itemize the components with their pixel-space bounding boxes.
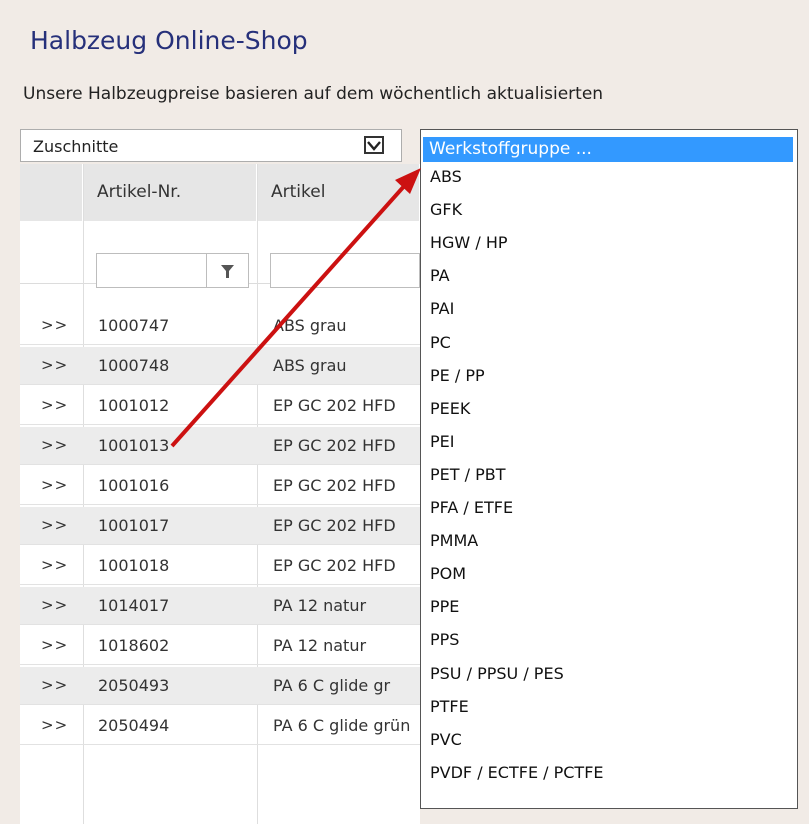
row-open-link[interactable]: >> [41, 316, 68, 334]
row-open-link[interactable]: >> [41, 516, 68, 534]
row-open-link[interactable]: >> [41, 436, 68, 454]
row-artikel-nr: 2050494 [98, 716, 170, 735]
row-artikel-nr: 1000748 [98, 356, 170, 375]
page-title: Halbzeug Online-Shop [30, 26, 308, 55]
header-artikel[interactable]: Artikel [257, 164, 420, 221]
dropdown-option[interactable]: POM [430, 564, 466, 583]
chevron-down-icon[interactable] [364, 136, 384, 154]
dropdown-option-selected[interactable]: Werkstoffgruppe ... [423, 137, 793, 162]
row-open-link[interactable]: >> [41, 676, 68, 694]
dropdown-option[interactable]: HGW / HP [430, 233, 508, 252]
row-artikel-nr: 1001017 [98, 516, 170, 535]
row-artikel-nr: 2050493 [98, 676, 170, 695]
dropdown-option[interactable]: PET / PBT [430, 465, 506, 484]
row-artikel: ABS grau [273, 316, 347, 335]
table-row[interactable]: >> 1001018 EP GC 202 HFD [20, 547, 420, 585]
row-artikel: PA 6 C glide gr [273, 676, 391, 695]
header-open-column [20, 164, 83, 221]
table-row[interactable]: >> 1000747 ABS grau [20, 307, 420, 345]
intro-text: Unsere Halbzeugpreise basieren auf dem w… [23, 84, 604, 104]
row-open-link[interactable]: >> [41, 356, 68, 374]
table-row[interactable]: >> 1001012 EP GC 202 HFD [20, 387, 420, 425]
row-artikel-nr: 1001013 [98, 436, 170, 455]
table-row[interactable]: >> 1014017 PA 12 natur [20, 587, 420, 625]
row-artikel-nr: 1000747 [98, 316, 170, 335]
dropdown-option[interactable]: PPE [430, 597, 459, 616]
dropdown-option[interactable]: ABS [430, 167, 462, 186]
row-artikel-nr: 1001016 [98, 476, 170, 495]
table-row[interactable]: >> 1001016 EP GC 202 HFD [20, 467, 420, 505]
table-row[interactable]: >> 1001013 EP GC 202 HFD [20, 427, 420, 465]
header-artikel-nr[interactable]: Artikel-Nr. [83, 164, 257, 221]
dropdown-option[interactable]: PVDF / ECTFE / PCTFE [430, 763, 604, 782]
artikel-filter-input[interactable] [270, 253, 420, 288]
dropdown-option[interactable]: PSU / PPSU / PES [430, 664, 564, 683]
row-open-link[interactable]: >> [41, 476, 68, 494]
table-row[interactable]: >> 1001017 EP GC 202 HFD [20, 507, 420, 545]
dropdown-option[interactable]: PEEK [430, 399, 470, 418]
filter-icon [221, 265, 234, 278]
row-artikel: EP GC 202 HFD [273, 556, 396, 575]
row-artikel: EP GC 202 HFD [273, 476, 396, 495]
row-open-link[interactable]: >> [41, 556, 68, 574]
table-row[interactable]: >> 2050494 PA 6 C glide grün (Gusspolyamid [20, 707, 420, 745]
dropdown-option[interactable]: PPS [430, 630, 459, 649]
table-row[interactable]: >> 1018602 PA 12 natur [20, 627, 420, 665]
dropdown-option[interactable]: PEI [430, 432, 454, 451]
row-open-link[interactable]: >> [41, 716, 68, 734]
table-row[interactable]: >> 1000748 ABS grau [20, 347, 420, 385]
artikel-nr-filter-input[interactable] [96, 253, 212, 288]
row-artikel-nr: 1001012 [98, 396, 170, 415]
dropdown-option[interactable]: GFK [430, 200, 462, 219]
dropdown-option[interactable]: PE / PP [430, 366, 485, 385]
row-artikel: EP GC 202 HFD [273, 516, 396, 535]
dropdown-option[interactable]: PA [430, 266, 450, 285]
row-open-link[interactable]: >> [41, 396, 68, 414]
row-artikel: PA 6 C glide grün (Gusspolyamid [273, 716, 410, 735]
row-artikel: PA 12 natur [273, 596, 367, 615]
dropdown-option[interactable]: PTFE [430, 697, 469, 716]
dropdown-option[interactable]: PAI [430, 299, 454, 318]
row-artikel-nr: 1018602 [98, 636, 170, 655]
dropdown-option[interactable]: PC [430, 333, 451, 352]
dropdown-option[interactable]: PFA / ETFE [430, 498, 513, 517]
grid-header: Artikel-Nr. Artikel [20, 164, 420, 221]
dropdown-option[interactable]: PMMA [430, 531, 478, 550]
row-artikel-nr: 1014017 [98, 596, 170, 615]
material-dropdown-list[interactable]: Werkstoffgruppe ... ABS GFK HGW / HP PA PAI P… [420, 129, 798, 809]
table-row[interactable]: >> 2050493 PA 6 C glide gr [20, 667, 420, 705]
article-grid: Artikel-Nr. Artikel >> 1000747 ABS grau >> 1… [20, 164, 420, 824]
dropdown-option[interactable]: PVC [430, 730, 462, 749]
row-artikel: PA 12 natur [273, 636, 367, 655]
row-artikel: ABS grau [273, 356, 347, 375]
row-artikel: EP GC 202 HFD [273, 396, 396, 415]
row-artikel-nr: 1001018 [98, 556, 170, 575]
row-open-link[interactable]: >> [41, 596, 68, 614]
row-artikel: EP GC 202 HFD [273, 436, 396, 455]
category-select-value: Zuschnitte [33, 137, 119, 156]
row-open-link[interactable]: >> [41, 636, 68, 654]
artikel-nr-filter-button[interactable] [206, 253, 249, 288]
category-select[interactable]: Zuschnitte [20, 129, 402, 162]
